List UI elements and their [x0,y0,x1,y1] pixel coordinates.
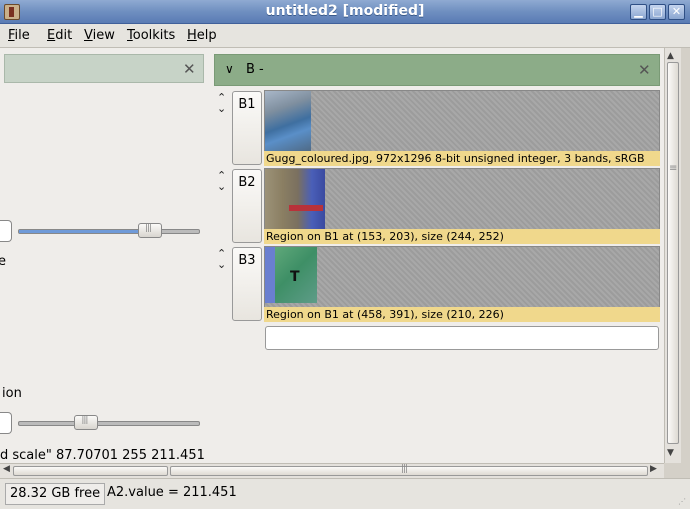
menu-help-label: Help [187,28,217,43]
row-caption-b1: Gugg_coloured.jpg, 972x1296 8-bit unsign… [264,151,660,166]
row-b1: ⌃ ⌄ B1 Gugg_coloured.jpg, 972x1296 8-bit… [212,88,664,166]
maximize-icon: □ [652,5,663,18]
row-button-b2[interactable]: B2 [232,169,262,243]
image-preview-edge [265,247,275,303]
menu-file-label: File [8,28,30,43]
menu-toolkits[interactable]: Toolkits [127,28,175,43]
row-button-b1[interactable]: B1 [232,91,262,165]
window-title: untitled2 [modified] [265,3,425,19]
value-field-2[interactable] [0,412,12,434]
partial-label-2: ion [2,386,22,401]
menu-toolkits-label: Toolkits [127,28,176,43]
row-caption-b3: Region on B1 at (458, 391), size (210, 2… [264,307,660,322]
partial-label-3: d scale" 87.70701 255 211.451 [0,448,205,463]
partial-label-1: e [0,254,6,269]
menu-help[interactable]: Help [187,28,217,43]
scroll-right-icon[interactable]: ▶ [650,464,657,474]
scroll-left-icon[interactable]: ◀ [3,464,10,474]
maximize-button[interactable]: □ [649,4,666,20]
status-bar: 28.32 GB free A2.value = 211.451 ⋰ [0,478,690,509]
vertical-scrollbar[interactable]: ▲ ▼ [664,48,681,463]
resize-grip-icon[interactable]: ⋰ [678,497,688,507]
menu-edit-label: Edit [47,28,73,43]
status-message: A2.value = 211.451 [107,485,237,500]
image-thumbnail-b1[interactable] [264,90,660,152]
minimize-button[interactable]: ▁ [630,4,647,20]
slider-1[interactable] [18,223,200,238]
new-row-input[interactable] [265,326,659,350]
minimize-icon: ▁ [634,5,643,18]
image-thumbnail-b2[interactable] [264,168,660,230]
slider-2-handle[interactable] [74,415,99,430]
menu-edit[interactable]: Edit [47,28,72,43]
chevron-down-icon[interactable]: ⌄ [217,103,226,114]
chevron-down-icon[interactable]: ⌄ [217,259,226,270]
image-thumbnail-b3[interactable] [264,246,660,308]
menu-view-label: View [84,28,115,43]
menu-view[interactable]: View [84,28,115,43]
menu-file[interactable]: File [8,28,30,43]
left-scroll-thumb[interactable] [13,466,168,476]
image-preview [275,247,317,303]
scroll-down-icon[interactable]: ▼ [667,448,674,458]
right-pane: ∨ B - ✕ ⌃ ⌄ B1 Gugg_coloured.jpg, 972x12… [212,48,664,463]
group-title: B - [246,62,264,77]
close-icon[interactable]: ✕ [638,61,651,79]
close-button[interactable]: ✕ [668,4,685,20]
row-b2: ⌃ ⌄ B2 Region on B1 at (153, 203), size … [212,166,664,244]
row-button-b3[interactable]: B3 [232,247,262,321]
reorder-arrows[interactable]: ⌃ ⌄ [217,170,226,192]
reorder-arrows[interactable]: ⌃ ⌄ [217,248,226,270]
scroll-up-icon[interactable]: ▲ [667,51,674,61]
slider-2[interactable] [18,415,200,430]
slider-1-handle[interactable] [138,223,163,238]
vertical-scroll-thumb[interactable] [667,62,679,444]
horizontal-scroll-thumb[interactable] [170,464,648,476]
reorder-arrows[interactable]: ⌃ ⌄ [217,92,226,114]
chevron-down-icon[interactable]: ⌄ [217,181,226,192]
left-group-header[interactable]: ✕ [4,54,204,83]
close-icon[interactable]: ✕ [183,60,196,78]
group-header[interactable]: ∨ B - ✕ [214,54,660,86]
image-preview [265,169,325,229]
chevron-down-icon[interactable]: ∨ [225,62,234,76]
slider-1-fill [19,230,151,233]
free-space-indicator: 28.32 GB free [5,483,106,505]
image-preview [265,91,311,151]
row-caption-b2: Region on B1 at (153, 203), size (244, 2… [264,229,660,244]
value-field-1[interactable] [0,220,12,242]
row-b3: ⌃ ⌄ B3 Region on B1 at (458, 391), size … [212,244,664,322]
close-icon: ✕ [671,5,682,18]
title-bar: untitled2 [modified] ▁ □ ✕ [0,0,690,24]
menu-bar: File Edit View Toolkits Help [0,24,690,48]
left-pane: ✕ e ion d scale" 87.70701 255 211.451 [0,48,212,463]
horizontal-scrollbar[interactable]: ◀ ▶ [0,463,664,478]
